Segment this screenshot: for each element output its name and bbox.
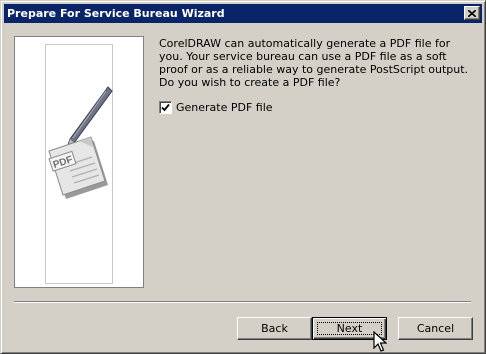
- close-button[interactable]: [464, 6, 480, 20]
- title-bar[interactable]: Prepare For Service Bureau Wizard: [4, 4, 482, 23]
- generate-pdf-option[interactable]: Generate PDF file: [159, 101, 273, 114]
- generate-pdf-checkbox[interactable]: [159, 101, 172, 114]
- button-separator: [14, 301, 471, 303]
- wizard-image-panel: PDF: [14, 36, 144, 288]
- generate-pdf-label[interactable]: Generate PDF file: [176, 101, 273, 114]
- close-icon: [468, 9, 476, 17]
- wizard-image-frame: PDF: [45, 44, 113, 284]
- window-title: Prepare For Service Bureau Wizard: [7, 7, 225, 20]
- checkmark-icon: [161, 103, 170, 112]
- wizard-message: CorelDRAW can automatically generate a P…: [159, 37, 469, 89]
- pdf-document-with-pen-icon: PDF: [48, 86, 113, 199]
- mouse-pointer-icon: [373, 331, 387, 352]
- back-button[interactable]: Back: [237, 317, 312, 340]
- cancel-button[interactable]: Cancel: [398, 317, 473, 340]
